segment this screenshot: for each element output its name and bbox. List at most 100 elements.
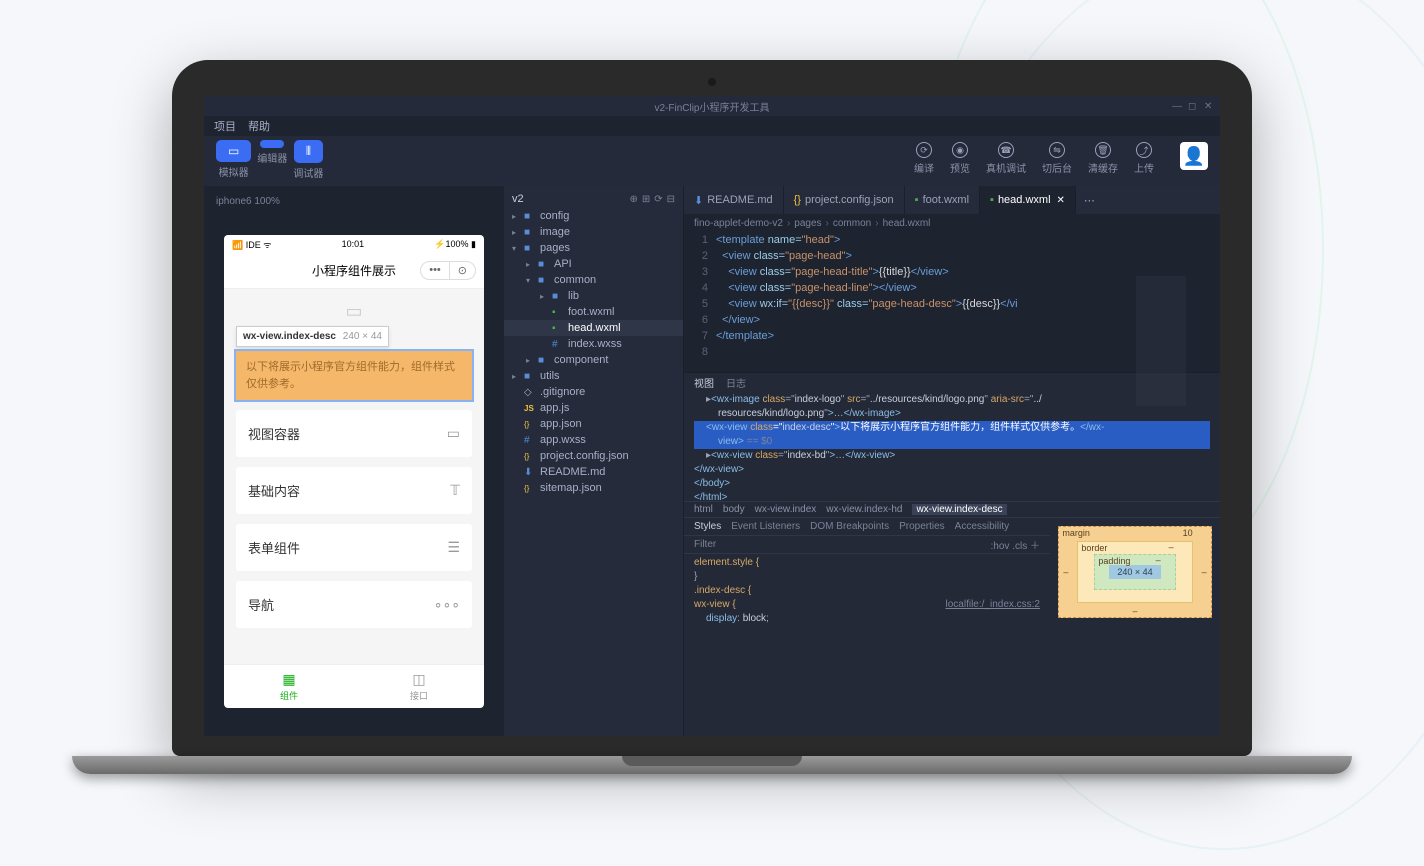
file-tree-item[interactable]: ▾ ■ common (504, 272, 683, 288)
toolbar-action-button[interactable]: ⤴ 上传 (1134, 142, 1154, 175)
file-name: head.wxml (568, 322, 621, 334)
dom-crumb-item[interactable]: wx-view.index-desc (912, 504, 1006, 515)
file-tree-item[interactable]: ▸ ■ image (504, 224, 683, 240)
file-tree-item[interactable]: {} project.config.json (504, 448, 683, 464)
file-tree-item[interactable]: # app.wxss (504, 432, 683, 448)
file-name: API (554, 258, 572, 270)
editor-tab[interactable]: {} project.config.json (784, 186, 905, 214)
project-root[interactable]: v2 (512, 193, 524, 205)
toolbar-action-button[interactable]: ⇋ 切后台 (1042, 142, 1072, 175)
toolbar-action-button[interactable]: ⟳ 编译 (914, 142, 934, 175)
file-explorer: v2 ⊕ ⊞ ⟳ ⊟ ▸ ■ config ▸ ■ image ▾ ■ (504, 186, 684, 736)
file-tree-item[interactable]: ▸ ■ lib (504, 288, 683, 304)
capsule-close-icon[interactable]: ⊙ (450, 262, 475, 279)
tab-overflow-icon[interactable]: ⋯ (1076, 186, 1103, 214)
breadcrumb-segment[interactable]: head.wxml (883, 218, 931, 229)
styles-tab[interactable]: Event Listeners (731, 521, 800, 532)
laptop-base (72, 756, 1352, 774)
file-tree-item[interactable]: ▸ ■ API (504, 256, 683, 272)
category-item[interactable]: 视图容器 ▭ (236, 410, 472, 457)
status-time: 10:01 (342, 239, 365, 249)
dom-node[interactable]: <wx-view class="index-desc">以下将展示小程序官方组件… (694, 421, 1210, 435)
minimap[interactable] (1136, 276, 1186, 406)
capsule-more-icon[interactable]: ••• (421, 262, 450, 279)
dom-node[interactable]: resources/kind/logo.png">…</wx-image> (694, 407, 1210, 421)
file-tree-item[interactable]: ▪ foot.wxml (504, 304, 683, 320)
menu-project[interactable]: 项目 (214, 118, 236, 134)
toolbar-mode-button[interactable]: 编辑器 (257, 140, 287, 180)
styles-filter-input[interactable]: Filter (694, 539, 716, 550)
menu-help[interactable]: 帮助 (248, 118, 270, 134)
styles-filter-actions[interactable]: :hov .cls ＋ (991, 537, 1040, 552)
dom-node[interactable]: </wx-view> (694, 463, 1210, 477)
file-tree-item[interactable]: ▾ ■ pages (504, 240, 683, 256)
breadcrumb-segment[interactable]: fino-applet-demo-v2 (694, 218, 783, 229)
styles-tab[interactable]: Accessibility (955, 521, 1009, 532)
dom-crumb-item[interactable]: wx-view.index (755, 504, 817, 515)
styles-tab[interactable]: DOM Breakpoints (810, 521, 889, 532)
dom-breadcrumb[interactable]: html body wx-view.index wx-view.index-hd wx-… (684, 501, 1220, 517)
toolbar-action-button[interactable]: 🗑 清缓存 (1088, 142, 1118, 175)
tree-arrow-icon: ▸ (526, 356, 534, 365)
styles-tab[interactable]: Styles (694, 521, 721, 532)
file-tree-item[interactable]: ▸ ■ utils (504, 368, 683, 384)
editor-tab[interactable]: ▪ foot.wxml (905, 186, 980, 214)
toolbar-action-button[interactable]: ◉ 预览 (950, 142, 970, 175)
tabbar-item[interactable]: ▦ 组件 (224, 665, 354, 708)
dom-crumb-item[interactable]: html (694, 504, 713, 515)
category-icon: ▭ (447, 425, 460, 442)
dom-node[interactable]: </html> (694, 491, 1210, 501)
dom-node[interactable]: ▸<wx-image class="index-logo" src="../re… (694, 393, 1210, 407)
category-item[interactable]: 导航 ∘∘∘ (236, 581, 472, 628)
css-rules[interactable]: element.style {}.index-desc {</span></di… (684, 554, 1050, 736)
tab-label: README.md (707, 194, 772, 206)
new-folder-icon[interactable]: ⊞ (642, 194, 650, 205)
toolbar-mode-button[interactable]: ⫴ 调试器 (293, 140, 323, 180)
file-tree-item[interactable]: JS app.js (504, 400, 683, 416)
inspect-selector: wx-view.index-desc (243, 331, 336, 342)
titlebar: v2-FinClip小程序开发工具 — ◻ ✕ (204, 96, 1220, 116)
dom-node[interactable]: </body> (694, 477, 1210, 491)
category-item[interactable]: 基础内容 𝕋 (236, 467, 472, 514)
toolbar-action-label: 预览 (950, 160, 970, 175)
tree-arrow-icon: ▾ (512, 244, 520, 253)
tab-label: foot.wxml (923, 194, 969, 206)
editor-tab[interactable]: ▪ head.wxml ✕ (980, 186, 1076, 214)
user-avatar[interactable]: 👤 (1180, 142, 1208, 170)
file-tree-item[interactable]: # index.wxss (504, 336, 683, 352)
maximize-icon[interactable]: ◻ (1188, 101, 1198, 111)
file-tree-item[interactable]: ▪ head.wxml (504, 320, 683, 336)
dom-crumb-item[interactable]: wx-view.index-hd (826, 504, 902, 515)
devtools-tab[interactable]: 日志 (726, 375, 746, 390)
dom-node[interactable]: ▸<wx-view class="index-bd">…</wx-view> (694, 449, 1210, 463)
toolbar-mode-button[interactable]: ▭ 模拟器 (216, 140, 251, 180)
file-tree-item[interactable]: ◇ .gitignore (504, 384, 683, 400)
styles-tab[interactable]: Properties (899, 521, 945, 532)
toolbar-action-button[interactable]: ☎ 真机调试 (986, 142, 1026, 175)
minimize-icon[interactable]: — (1172, 101, 1182, 111)
dom-node[interactable]: view> == $0 (694, 435, 1210, 449)
devtools-tab[interactable]: 视图 (694, 375, 714, 390)
editor-tab[interactable]: ⬇ README.md (684, 186, 784, 214)
file-tree-item[interactable]: ⬇ README.md (504, 464, 683, 480)
category-item[interactable]: 表单组件 ☰ (236, 524, 472, 571)
logo-placeholder: ▭ (236, 301, 472, 322)
dom-inspector[interactable]: ▸<wx-image class="index-logo" src="../re… (684, 391, 1220, 501)
highlighted-element[interactable]: 以下将展示小程序官方组件能力，组件样式仅供参考。 (236, 351, 472, 400)
tabbar-item[interactable]: ◫ 接口 (354, 665, 484, 708)
file-tree-item[interactable]: ▸ ■ config (504, 208, 683, 224)
refresh-icon[interactable]: ⟳ (654, 194, 662, 205)
file-tree-item[interactable]: {} app.json (504, 416, 683, 432)
toolbar-action-icon: ☎ (998, 142, 1014, 158)
dom-crumb-item[interactable]: body (723, 504, 745, 515)
new-file-icon[interactable]: ⊕ (629, 194, 637, 205)
file-tree-item[interactable]: ▸ ■ component (504, 352, 683, 368)
collapse-icon[interactable]: ⊟ (667, 194, 675, 205)
tab-close-icon[interactable]: ✕ (1057, 195, 1065, 206)
breadcrumb-segment[interactable]: common (833, 218, 871, 229)
file-tree-item[interactable]: {} sitemap.json (504, 480, 683, 496)
breadcrumb-segment[interactable]: pages (794, 218, 821, 229)
file-name: component (554, 354, 608, 366)
close-icon[interactable]: ✕ (1204, 101, 1214, 111)
phone-statusbar: 📶 IDE ᯤ 10:01 ⚡100% ▮ (224, 235, 484, 253)
